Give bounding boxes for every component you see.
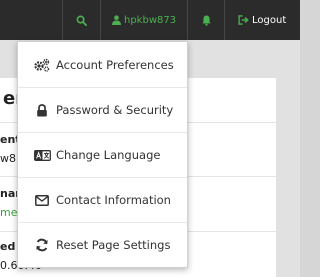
menu-item-label: Change Language: [56, 148, 161, 162]
menu-item-reset-page-settings[interactable]: Reset Page Settings: [18, 222, 187, 267]
label-fragment: ed: [0, 240, 16, 253]
language-icon: [33, 148, 51, 162]
refresh-icon: [33, 238, 51, 252]
navbar-divider: [62, 0, 63, 40]
logout-button[interactable]: Logout: [238, 0, 294, 40]
value-fragment: me: [0, 206, 18, 219]
menu-item-contact-information[interactable]: Contact Information: [18, 177, 187, 222]
logout-label: Logout: [252, 14, 287, 26]
username-label: hpkbw873: [124, 14, 177, 26]
account-dropdown-menu: Account Preferences Password & Security …: [17, 41, 188, 268]
navbar-divider: [100, 0, 101, 40]
logout-icon: [238, 15, 249, 25]
envelope-icon: [33, 193, 51, 207]
user-icon: [112, 15, 121, 25]
search-button[interactable]: [72, 0, 90, 40]
navbar-divider: [224, 0, 225, 40]
value-fragment: w8: [0, 152, 16, 165]
lock-icon: [33, 103, 51, 117]
menu-item-label: Reset Page Settings: [56, 238, 171, 252]
bell-icon: [201, 15, 211, 26]
menu-item-label: Account Preferences: [56, 57, 174, 72]
menu-item-label: Password & Security: [56, 103, 174, 117]
gears-icon: [33, 58, 51, 72]
navbar-divider: [187, 0, 188, 40]
menu-item-account-preferences[interactable]: Account Preferences: [18, 42, 187, 87]
search-icon: [76, 15, 87, 26]
menu-item-change-language[interactable]: Change Language: [18, 132, 187, 177]
menu-item-label: Contact Information: [56, 193, 171, 207]
menu-item-password-security[interactable]: Password & Security: [18, 87, 187, 132]
notifications-button[interactable]: [200, 0, 212, 40]
user-menu-button[interactable]: hpkbw873: [112, 0, 182, 40]
